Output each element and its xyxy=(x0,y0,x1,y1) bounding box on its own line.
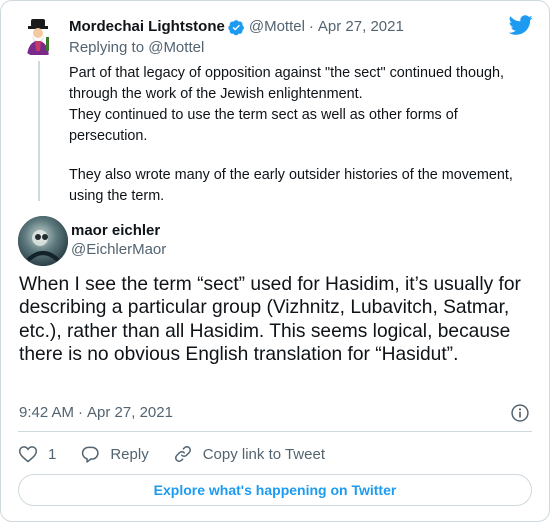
main-tweet-text: When I see the term “sect” used for Hasi… xyxy=(19,274,521,366)
twitter-bird-icon[interactable] xyxy=(509,13,533,37)
parent-tweet-text: Part of that legacy of opposition agains… xyxy=(69,63,537,207)
like-button[interactable]: 1 xyxy=(18,444,56,464)
tweet-actions-bar: 1 Reply Copy link to Tweet xyxy=(18,443,349,465)
info-icon[interactable] xyxy=(510,403,530,423)
parent-author-name[interactable]: Mordechai Lightstone xyxy=(69,18,225,36)
replying-to-label[interactable]: Replying to @Mottel xyxy=(69,39,204,57)
parent-author-avatar[interactable] xyxy=(19,17,59,57)
heart-icon xyxy=(18,446,38,463)
reply-button[interactable]: Reply xyxy=(80,444,149,464)
parent-text-line: Part of that legacy of opposition agains… xyxy=(69,65,505,81)
link-icon xyxy=(174,446,191,462)
tweet-timestamp[interactable]: 9:42 AM · Apr 27, 2021 xyxy=(19,404,173,422)
actions-divider xyxy=(18,431,532,432)
embedded-tweet-card: Mordechai Lightstone @Mottel · Apr 27, 2… xyxy=(0,0,550,522)
parent-text-paragraph: They continued to use the term sect as w… xyxy=(69,107,458,144)
like-count: 1 xyxy=(48,445,57,463)
copy-link-label: Copy link to Tweet xyxy=(202,445,325,463)
tweet-time[interactable]: 9:42 AM xyxy=(19,404,74,422)
main-author-handle[interactable]: @EichlerMaor xyxy=(71,241,166,259)
timestamp-separator: · xyxy=(78,404,84,421)
parent-author-handle[interactable]: @Mottel xyxy=(249,18,305,36)
reply-bubble-icon xyxy=(82,446,100,463)
reply-label: Reply xyxy=(110,445,149,463)
main-author-name[interactable]: maor eichler xyxy=(71,222,160,240)
parent-text-paragraph: They also wrote many of the early outsid… xyxy=(69,167,513,204)
verified-badge-icon xyxy=(228,19,244,35)
parent-text-line: through the work of the Jewish enlighten… xyxy=(69,86,363,102)
explore-twitter-button[interactable]: Explore what's happening on Twitter xyxy=(18,474,532,506)
copy-link-button[interactable]: Copy link to Tweet xyxy=(173,444,325,464)
parent-tweet-date[interactable]: Apr 27, 2021 xyxy=(318,18,404,36)
main-author-avatar[interactable] xyxy=(18,216,68,266)
thread-connector-line xyxy=(38,61,40,201)
parent-tweet-header: Mordechai Lightstone @Mottel · Apr 27, 2… xyxy=(69,18,404,36)
parent-date-separator: · xyxy=(308,18,314,35)
tweet-date[interactable]: Apr 27, 2021 xyxy=(87,404,173,422)
